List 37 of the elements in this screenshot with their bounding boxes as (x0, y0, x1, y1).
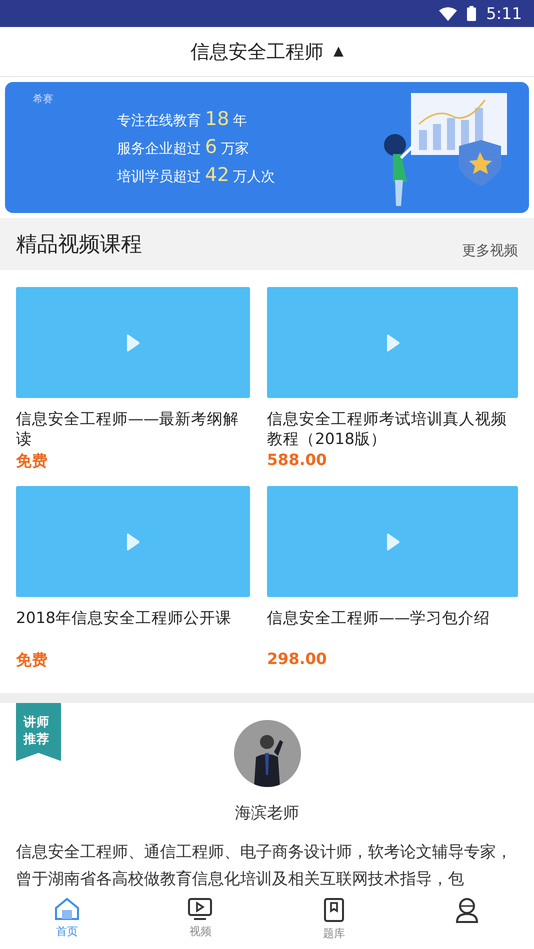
nav-tab[interactable]: 题库 (267, 895, 400, 949)
course-price: 免费 (16, 451, 49, 472)
course-price: 免费 (16, 650, 49, 671)
banner-line: 培训学员超过 42 万人次 (117, 162, 276, 188)
status-time: 5:11 (486, 4, 522, 23)
video-thumbnail[interactable] (16, 486, 250, 597)
caret-icon[interactable]: ▲ (334, 44, 344, 59)
battery-icon (467, 6, 476, 21)
wifi-icon (439, 6, 458, 20)
home-icon (54, 897, 80, 921)
section-title: 精品视频课程 (16, 231, 142, 258)
video-thumbnail[interactable] (16, 287, 250, 398)
video-thumbnail[interactable] (267, 486, 518, 597)
video-icon (187, 897, 214, 921)
course-title[interactable]: 信息安全工程师考试培训真人视频教程（2018版） (267, 409, 518, 449)
page-title[interactable]: 信息安全工程师 (190, 38, 324, 64)
course-title[interactable]: 信息安全工程师——最新考纲解读 (16, 409, 250, 449)
play-icon (386, 334, 400, 352)
play-icon (126, 334, 140, 352)
promo-banner[interactable]: 希赛 专注在线教育 18 年 服务企业超过 6 万家 培训学员超过 42 万人次 (5, 82, 529, 213)
banner-logo: 希赛 (33, 92, 53, 106)
course-price: 588.00 (267, 451, 328, 469)
ribbon-tag: 讲师推荐 (16, 703, 61, 761)
user-icon (455, 897, 480, 923)
teacher-bio: 信息安全工程师、通信工程师、电子商务设计师，软考论文辅导专家，曾于湖南省各高校做教育信息化培训及相关互联网技术指导，包 (16, 841, 513, 890)
course-title[interactable]: 2018年信息安全工程师公开课 (16, 608, 250, 648)
bookmark-icon (322, 897, 345, 923)
play-icon (386, 532, 400, 550)
course-title[interactable]: 信息安全工程师——学习包介绍 (267, 608, 518, 648)
play-icon (126, 532, 140, 550)
nav-tab[interactable]: 视频 (134, 895, 267, 949)
video-thumbnail[interactable] (267, 287, 518, 398)
more-videos-link[interactable]: 更多视频 (462, 242, 518, 260)
course-price: 298.00 (267, 650, 328, 668)
teacher-name: 海滨老师 (235, 803, 299, 824)
banner-line: 服务企业超过 6 万家 (117, 134, 250, 160)
banner-line: 专注在线教育 18 年 (117, 106, 248, 132)
